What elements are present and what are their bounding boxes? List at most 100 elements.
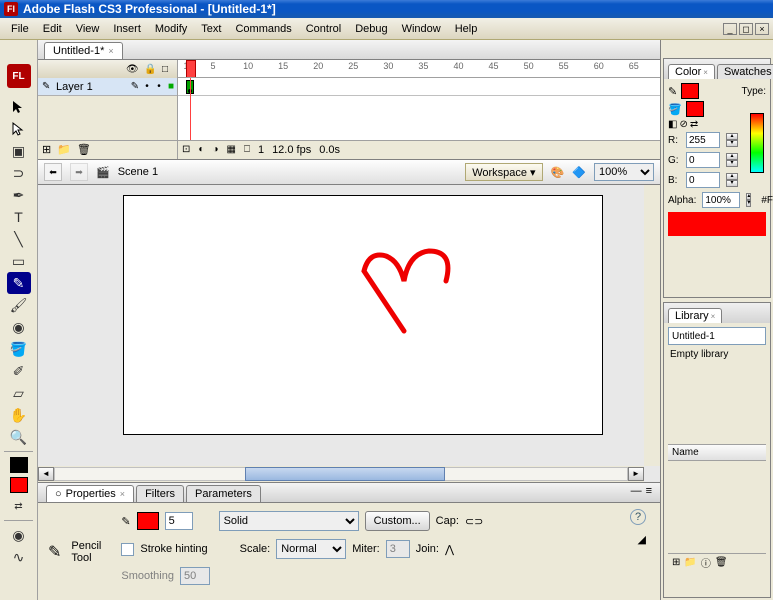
mdi-restore-button[interactable]: ◻ xyxy=(739,23,753,35)
snap-option-icon[interactable]: ◉ xyxy=(7,524,31,546)
swap-icon[interactable]: ⇄ xyxy=(690,119,698,130)
playhead[interactable] xyxy=(186,60,196,78)
stroke-width-input[interactable] xyxy=(165,512,193,530)
tab-parameters[interactable]: Parameters xyxy=(186,485,261,502)
fill-color-swatch[interactable] xyxy=(10,477,28,493)
new-folder-icon[interactable]: 📁 xyxy=(684,557,696,568)
library-name-column[interactable]: Name xyxy=(668,444,766,461)
zoom-tool[interactable]: 🔍 xyxy=(7,426,31,448)
menu-commands[interactable]: Commands xyxy=(228,21,298,37)
modify-markers-icon[interactable]: ⎕ xyxy=(244,144,250,155)
subselection-tool[interactable] xyxy=(7,118,31,140)
edit-scene-icon[interactable]: 🎨 xyxy=(551,166,565,179)
scale-select[interactable]: Normal xyxy=(276,539,346,559)
hue-strip[interactable] xyxy=(750,113,764,173)
pen-tool[interactable]: ✒ xyxy=(7,184,31,206)
menu-modify[interactable]: Modify xyxy=(148,21,194,37)
selection-tool[interactable] xyxy=(7,96,31,118)
smooth-option-icon[interactable]: ∿ xyxy=(7,546,31,568)
stroke-color-swatch-prop[interactable] xyxy=(137,512,159,530)
new-folder-icon[interactable]: 📁 xyxy=(57,143,71,156)
tab-swatches[interactable]: Swatches xyxy=(717,64,773,79)
text-tool[interactable]: T xyxy=(7,206,31,228)
timeline-ruler[interactable]: 1 5 10 15 20 25 30 35 40 45 50 55 60 65 xyxy=(178,60,660,78)
mdi-minimize-button[interactable]: _ xyxy=(723,23,737,35)
menu-help[interactable]: Help xyxy=(448,21,485,37)
document-tab-untitled-1[interactable]: Untitled-1* × xyxy=(44,42,123,59)
custom-button[interactable]: Custom... xyxy=(365,511,430,531)
stage-canvas[interactable] xyxy=(123,195,603,435)
edit-multi-icon[interactable]: ▦ xyxy=(226,144,235,155)
brush-tool[interactable]: 🖌 xyxy=(7,294,31,316)
line-tool[interactable]: ╲ xyxy=(7,228,31,250)
hand-tool[interactable]: ✋ xyxy=(7,404,31,426)
black-white-icon[interactable]: ◧ xyxy=(668,119,677,130)
visibility-icon[interactable]: 👁 xyxy=(126,64,138,75)
zoom-select[interactable]: 100% xyxy=(594,163,654,181)
menu-debug[interactable]: Debug xyxy=(348,21,394,37)
panel-fill-swatch[interactable] xyxy=(686,101,704,117)
stage-horizontal-scrollbar[interactable]: ◄ ► xyxy=(38,466,644,482)
close-tab-icon[interactable]: × xyxy=(108,46,113,56)
alpha-input[interactable] xyxy=(702,192,740,208)
eraser-tool[interactable]: ▱ xyxy=(7,382,31,404)
menu-text[interactable]: Text xyxy=(194,21,228,37)
menu-control[interactable]: Control xyxy=(299,21,348,37)
tab-color[interactable]: Color× xyxy=(668,64,715,79)
properties-icon[interactable]: ⓘ xyxy=(701,555,711,570)
delete-icon[interactable]: 🗑 xyxy=(715,557,728,568)
help-icon[interactable]: ? xyxy=(630,509,646,525)
scene-name[interactable]: Scene 1 xyxy=(118,166,158,178)
scrollbar-thumb[interactable] xyxy=(245,467,445,481)
expand-icon[interactable]: ◢ xyxy=(638,533,646,546)
r-input[interactable] xyxy=(686,132,720,148)
outline-icon[interactable]: □ xyxy=(162,64,174,75)
onion-skin-icon[interactable]: ◐ xyxy=(198,144,204,155)
panel-stroke-swatch[interactable] xyxy=(681,83,699,99)
forward-button[interactable]: ➡ xyxy=(70,163,88,181)
center-frame-icon[interactable]: ⊡ xyxy=(182,144,190,155)
menu-edit[interactable]: Edit xyxy=(36,21,69,37)
stage-vertical-scrollbar[interactable] xyxy=(644,185,660,466)
free-transform-tool[interactable]: ▣ xyxy=(7,140,31,162)
timeline-frames[interactable] xyxy=(178,78,660,140)
no-color-icon[interactable]: ⊘ xyxy=(679,119,687,130)
tab-filters[interactable]: Filters xyxy=(136,485,184,502)
b-input[interactable] xyxy=(686,172,720,188)
scroll-right-icon[interactable]: ► xyxy=(628,467,644,481)
g-input[interactable] xyxy=(686,152,720,168)
stroke-color-swatch[interactable] xyxy=(10,457,28,473)
menu-view[interactable]: View xyxy=(69,21,107,37)
edit-symbols-icon[interactable]: 🔷 xyxy=(572,166,586,179)
stroke-hinting-checkbox[interactable] xyxy=(121,543,134,556)
panel-menu-icon[interactable]: ≡ xyxy=(646,485,652,497)
onion-outline-icon[interactable]: ◑ xyxy=(212,144,218,155)
menu-window[interactable]: Window xyxy=(395,21,448,37)
cap-round-icon[interactable]: ⊂⊃ xyxy=(465,515,483,528)
lasso-tool[interactable]: ⊃ xyxy=(7,162,31,184)
tab-library[interactable]: Library× xyxy=(668,308,722,323)
layer-row-layer-1[interactable]: ✎ Layer 1 ✎ • • ■ xyxy=(38,78,177,96)
new-symbol-icon[interactable]: ⊞ xyxy=(672,557,680,568)
library-document-select[interactable] xyxy=(668,327,766,345)
stroke-style-select[interactable]: Solid xyxy=(219,511,359,531)
back-button[interactable]: ⬅ xyxy=(44,163,62,181)
tab-properties[interactable]: ○ Properties × xyxy=(46,485,134,502)
close-icon[interactable]: × xyxy=(120,489,125,499)
mdi-close-button[interactable]: × xyxy=(755,23,769,35)
menu-insert[interactable]: Insert xyxy=(106,21,148,37)
panel-minimize-icon[interactable]: — xyxy=(631,485,642,497)
pencil-tool[interactable]: ✎ xyxy=(7,272,31,294)
swap-colors-icon[interactable]: ⇄ xyxy=(7,495,31,517)
eyedropper-tool[interactable]: ✐ xyxy=(7,360,31,382)
lock-icon[interactable]: 🔒 xyxy=(144,64,156,75)
ink-bottle-tool[interactable]: ◉ xyxy=(7,316,31,338)
scroll-left-icon[interactable]: ◄ xyxy=(38,467,54,481)
join-round-icon[interactable]: ⋀ xyxy=(445,543,454,556)
new-layer-icon[interactable]: ⊞ xyxy=(42,143,51,156)
paint-bucket-tool[interactable]: 🪣 xyxy=(7,338,31,360)
menu-file[interactable]: File xyxy=(4,21,36,37)
workspace-button[interactable]: Workspace ▾ xyxy=(465,163,542,181)
delete-layer-icon[interactable]: 🗑 xyxy=(77,143,91,156)
rectangle-tool[interactable]: ▭ xyxy=(7,250,31,272)
